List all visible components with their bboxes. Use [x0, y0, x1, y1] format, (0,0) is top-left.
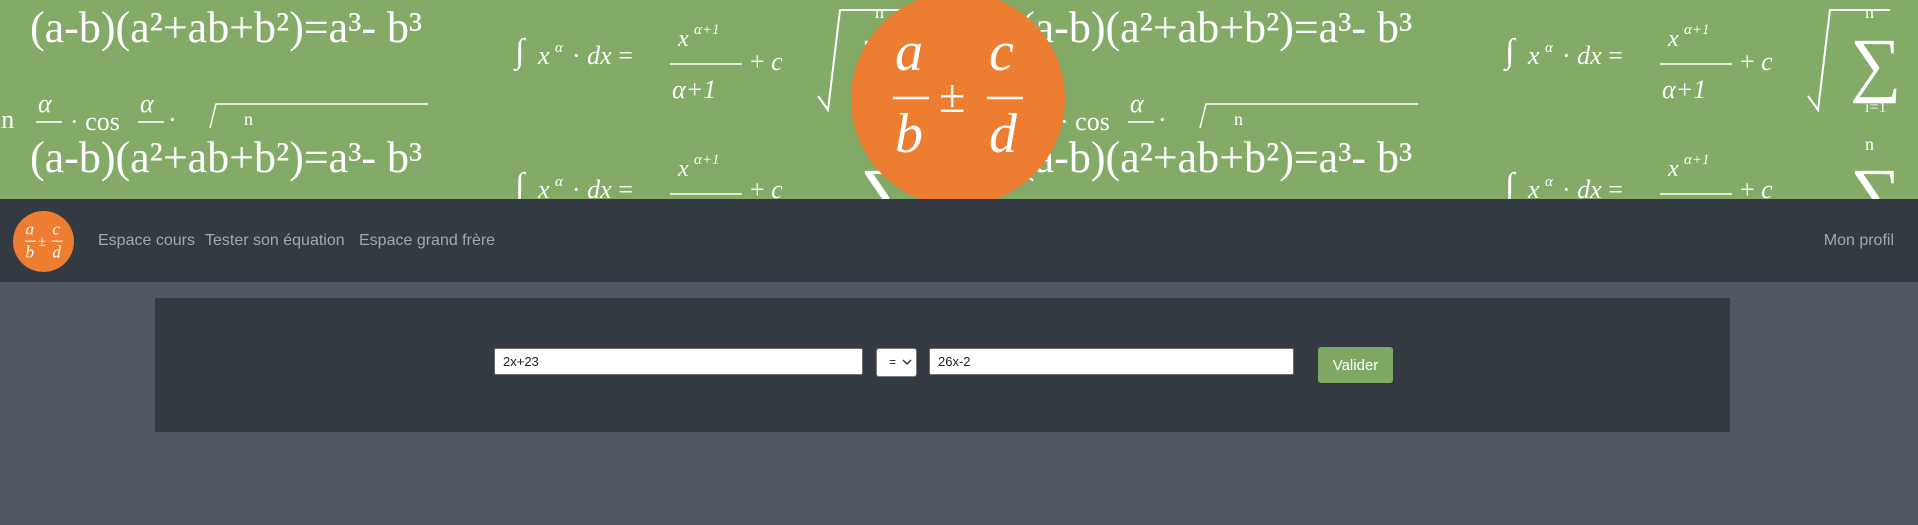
equation-panel: = Valider	[155, 298, 1730, 432]
svg-text:±: ±	[38, 234, 46, 250]
left-expression-input[interactable]	[494, 348, 863, 375]
svg-text:a: a	[26, 219, 35, 238]
nav-link-tester-equation[interactable]: Tester son équation	[205, 232, 345, 250]
svg-text:±: ±	[939, 70, 965, 123]
validate-button[interactable]: Valider	[1318, 347, 1393, 383]
svg-text:d: d	[52, 243, 61, 262]
nav-link-espace-grand-frere[interactable]: Espace grand frère	[359, 232, 495, 250]
svg-text:b: b	[895, 103, 923, 165]
svg-text:c: c	[989, 21, 1014, 83]
navbar: a b ± c d Espace cours Tester son équati…	[0, 199, 1918, 282]
fraction-plus-minus-logo-icon: a b ± c d	[24, 219, 63, 262]
chevron-down-icon	[902, 359, 912, 365]
operator-select[interactable]: =	[876, 348, 917, 377]
navbar-logo[interactable]: a b ± c d	[13, 211, 74, 272]
nav-link-profile[interactable]: Mon profil	[1824, 232, 1894, 250]
hero-logo: a b ± c d	[851, 0, 1065, 199]
nav-link-espace-cours[interactable]: Espace cours	[98, 232, 195, 250]
svg-text:c: c	[52, 219, 60, 238]
fraction-plus-minus-logo-icon: a b ± c d	[893, 21, 1023, 165]
right-expression-input[interactable]	[929, 348, 1294, 375]
hero-banner: (a-b)(a²+ab+b²)=a³- b³ ∫ x α · dx = x α+…	[0, 0, 1918, 199]
svg-text:a: a	[895, 21, 923, 83]
svg-text:b: b	[26, 243, 35, 262]
svg-text:d: d	[989, 103, 1018, 165]
operator-value: =	[889, 355, 897, 369]
